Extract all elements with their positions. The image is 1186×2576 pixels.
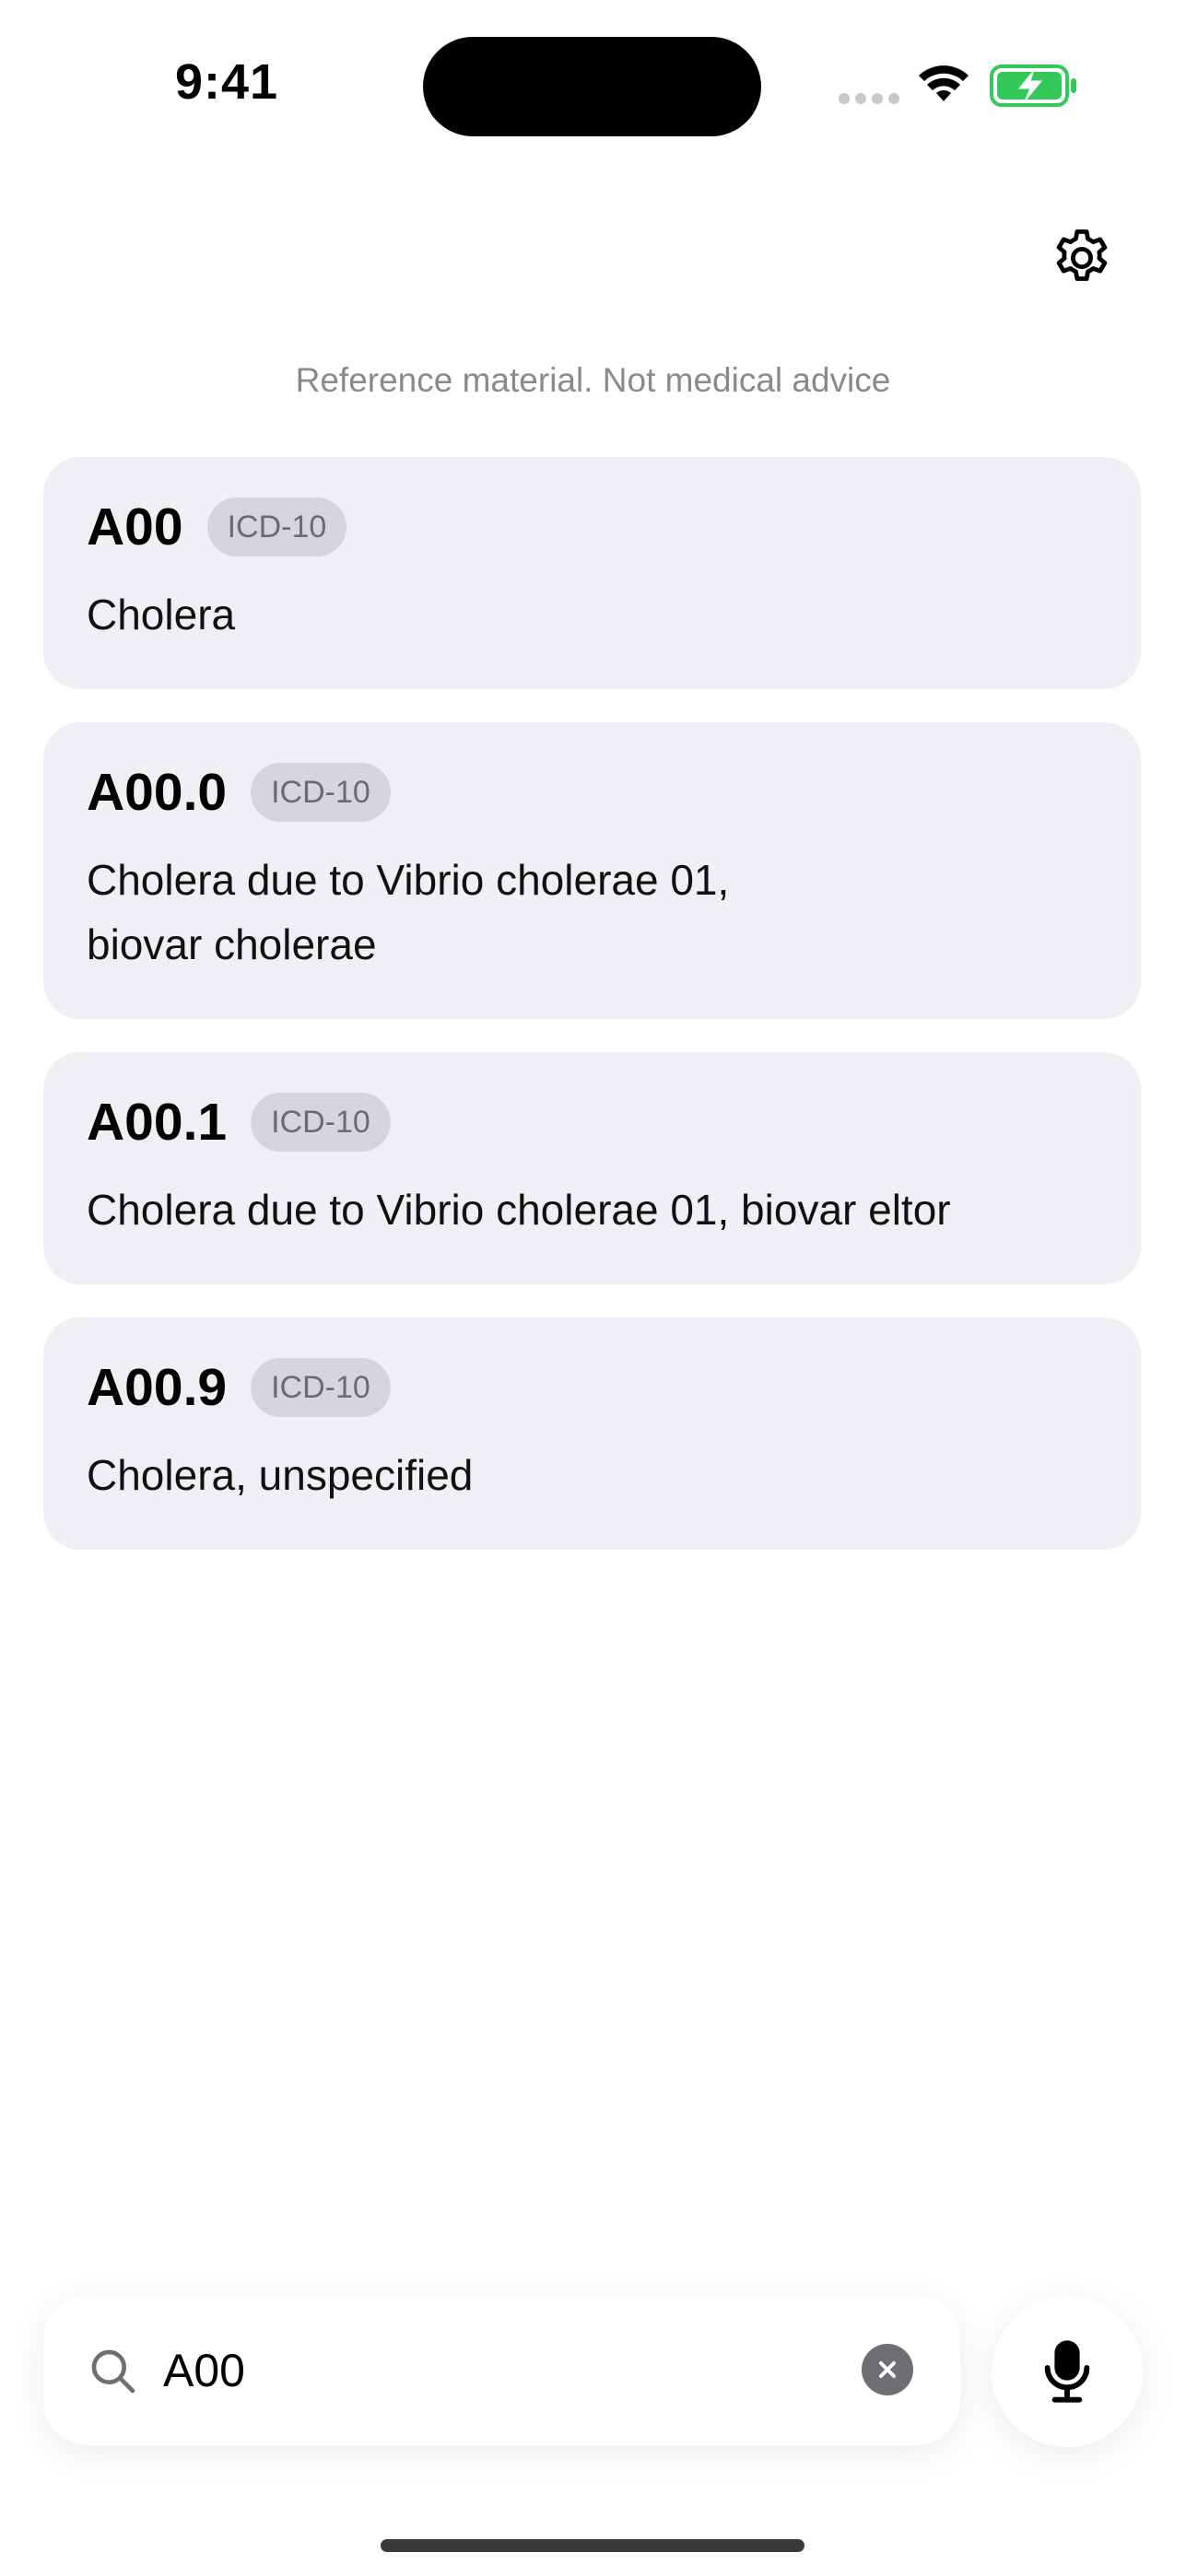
clear-search-button[interactable]: [862, 2344, 913, 2395]
gear-icon: [1056, 229, 1108, 281]
disclaimer-text: Reference material. Not medical advice: [295, 361, 891, 399]
result-card[interactable]: A00 ICD-10 Cholera: [43, 457, 1141, 689]
code-system-badge: ICD-10: [251, 763, 391, 822]
code-system-badge: ICD-10: [206, 498, 347, 556]
search-icon: [91, 2349, 135, 2394]
search-input[interactable]: [161, 2333, 755, 2408]
result-code: A00.0: [87, 763, 228, 822]
close-icon: [879, 2361, 896, 2378]
cellular-signal-icon: [839, 92, 905, 109]
code-system-badge: ICD-10: [251, 1358, 391, 1417]
home-indicator: [381, 2539, 804, 2552]
result-description: Cholera: [87, 591, 236, 638]
microphone-icon: [1044, 2340, 1090, 2403]
result-description: Cholera due to Vibrio cholerae 01, biova…: [87, 856, 730, 968]
result-code: A00.1: [87, 1093, 228, 1152]
dynamic-island: [423, 37, 761, 136]
voice-search-button[interactable]: [992, 2296, 1143, 2447]
result-card[interactable]: A00.0 ICD-10 Cholera due to Vibrio chole…: [43, 722, 1141, 1019]
wifi-icon: [919, 65, 969, 101]
battery-charging-icon: [990, 64, 1076, 107]
result-code: A00.9: [87, 1358, 228, 1417]
result-card[interactable]: A00.1 ICD-10 Cholera due to Vibrio chole…: [43, 1052, 1141, 1284]
result-description: Cholera due to Vibrio cholerae 01, biova…: [87, 1186, 951, 1234]
result-description: Cholera, unspecified: [87, 1451, 474, 1499]
result-code: A00: [87, 498, 183, 556]
settings-button[interactable]: [1049, 225, 1115, 291]
code-system-badge: ICD-10: [251, 1093, 391, 1152]
results-list: A00 ICD-10 Cholera A00.0 ICD-10 Cholera …: [43, 457, 1141, 1583]
search-bar[interactable]: [43, 2296, 960, 2445]
status-time: 9:41: [175, 54, 279, 110]
result-card[interactable]: A00.9 ICD-10 Cholera, unspecified: [43, 1317, 1141, 1550]
